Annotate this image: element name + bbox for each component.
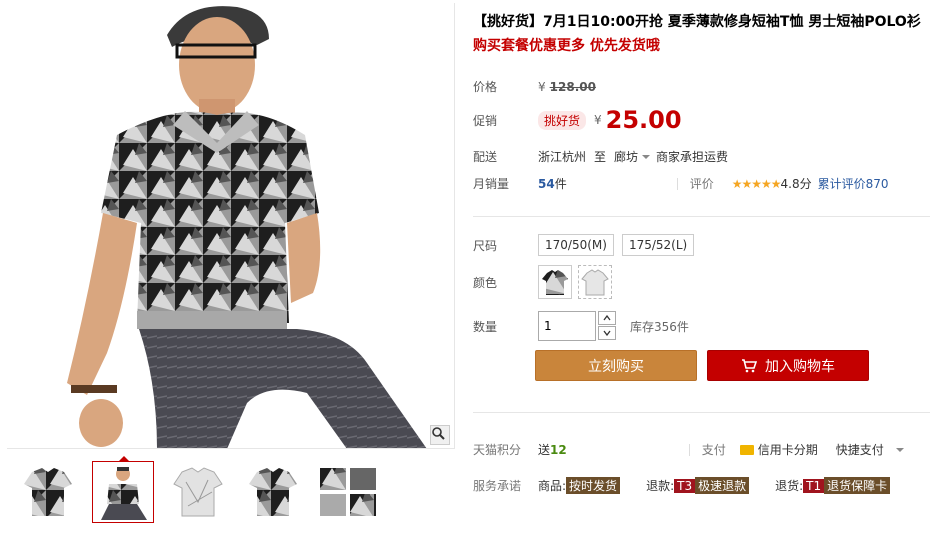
rating-score: 4.8分: [780, 177, 812, 191]
service-item1-prefix: 商品:: [538, 479, 567, 493]
color-swatch-white[interactable]: [578, 265, 612, 299]
on-time-delivery-tag[interactable]: 按时发货: [566, 477, 621, 494]
delivery-to-word: 至: [594, 150, 607, 164]
service-item2-prefix: 退款:: [646, 479, 675, 493]
price-currency: ¥: [538, 79, 546, 94]
review-count-link[interactable]: 累计评价870: [818, 175, 889, 192]
points-prefix: 送: [538, 443, 551, 457]
sales-unit: 件: [554, 177, 567, 191]
price-label: 价格: [473, 80, 498, 94]
express-pay-link[interactable]: 快捷支付: [836, 441, 884, 458]
thumbnail-white-shirt[interactable]: [167, 461, 229, 523]
thumbnail-model[interactable]: [92, 456, 154, 523]
cart-icon: [741, 358, 757, 373]
return-guarantee-tag[interactable]: 退货保障卡: [824, 477, 891, 494]
quantity-row: 数量 库存356件: [473, 311, 689, 341]
size-option-m[interactable]: 170/50(M): [538, 234, 614, 256]
main-product-image[interactable]: [7, 3, 455, 449]
credit-installment-link[interactable]: 信用卡分期: [758, 441, 818, 458]
size-option-l[interactable]: 175/52(L): [621, 234, 695, 256]
add-to-cart-label: 加入购物车: [765, 358, 835, 375]
payment-label: 支付: [701, 443, 726, 457]
stock-text: 库存356件: [630, 319, 689, 334]
divider: [473, 216, 930, 217]
delivery-label: 配送: [473, 150, 498, 164]
thumbnail-strip: [7, 455, 455, 533]
buy-now-button[interactable]: 立刻购买: [535, 350, 697, 381]
star-icon: ★★★★★: [731, 176, 782, 191]
sales-row: 月销量 54 件 评价 ★★★★★ 4.8分 累计评价870: [473, 175, 889, 192]
size-row: 尺码 170/50(M) 175/52(L): [473, 234, 702, 256]
thumbnail-black-shirt-back[interactable]: [242, 461, 304, 523]
promo-tag: 挑好货: [538, 110, 587, 130]
points-label: 天猫积分: [473, 443, 522, 457]
color-row: 颜色: [473, 265, 618, 299]
promo-label: 促销: [473, 113, 498, 128]
quantity-input[interactable]: [538, 311, 596, 341]
info-rows: 价格 ¥ 128.00 促销 挑好货 ¥ 25.00 配送 浙江杭州 至 廊坊 …: [473, 0, 930, 537]
service-label: 服务承诺: [473, 479, 522, 493]
divider: [473, 412, 930, 413]
thumbnail-black-shirt[interactable]: [17, 461, 79, 523]
points-amount: 12: [550, 442, 567, 457]
model-photo: [67, 6, 427, 448]
credit-card-icon: [739, 444, 754, 455]
promo-row: 促销 挑好货 ¥ 25.00: [473, 106, 682, 134]
color-label: 颜色: [473, 275, 498, 290]
promo-price: 25.00: [605, 106, 682, 134]
separator: [676, 177, 678, 190]
quantity-stepper: [598, 311, 616, 341]
thumbnail-detail-collage[interactable]: [317, 461, 379, 523]
t1-badge: T1: [803, 478, 825, 493]
product-gallery: [7, 3, 455, 533]
delivery-from: 浙江杭州: [538, 150, 587, 164]
points-payment-row: 天猫积分 送 12 支付 信用卡分期 快捷支付: [473, 441, 910, 458]
sales-label: 月销量: [473, 177, 510, 191]
color-swatch-black[interactable]: [538, 265, 572, 299]
original-price: 128.00: [549, 79, 596, 94]
promo-currency: ¥: [594, 113, 602, 127]
destination-select[interactable]: 廊坊: [614, 148, 638, 165]
service-row: 服务承诺 商品: 按时发货 退款: T3 极速退款 退货: T1 退货保障卡: [473, 477, 891, 494]
chevron-down-icon[interactable]: [895, 447, 904, 452]
delivery-row: 配送 浙江杭州 至 廊坊 商家承担运费: [473, 148, 728, 165]
rating-label: 评价: [689, 177, 714, 191]
fast-refund-tag[interactable]: 极速退款: [695, 477, 750, 494]
t3-badge: T3: [674, 478, 696, 493]
increase-icon[interactable]: [598, 311, 616, 325]
quantity-label: 数量: [473, 319, 498, 334]
sales-count: 54: [538, 176, 555, 191]
price-row: 价格 ¥ 128.00: [473, 78, 596, 95]
service-item3-prefix: 退货:: [775, 479, 804, 493]
shipping-note: 商家承担运费: [656, 150, 729, 164]
decrease-icon[interactable]: [598, 326, 616, 340]
zoom-icon[interactable]: [430, 425, 450, 445]
buy-now-label: 立刻购买: [588, 358, 644, 375]
separator: [688, 443, 690, 456]
add-to-cart-button[interactable]: 加入购物车: [707, 350, 869, 381]
chevron-down-icon[interactable]: [642, 154, 651, 159]
size-label: 尺码: [473, 238, 498, 253]
